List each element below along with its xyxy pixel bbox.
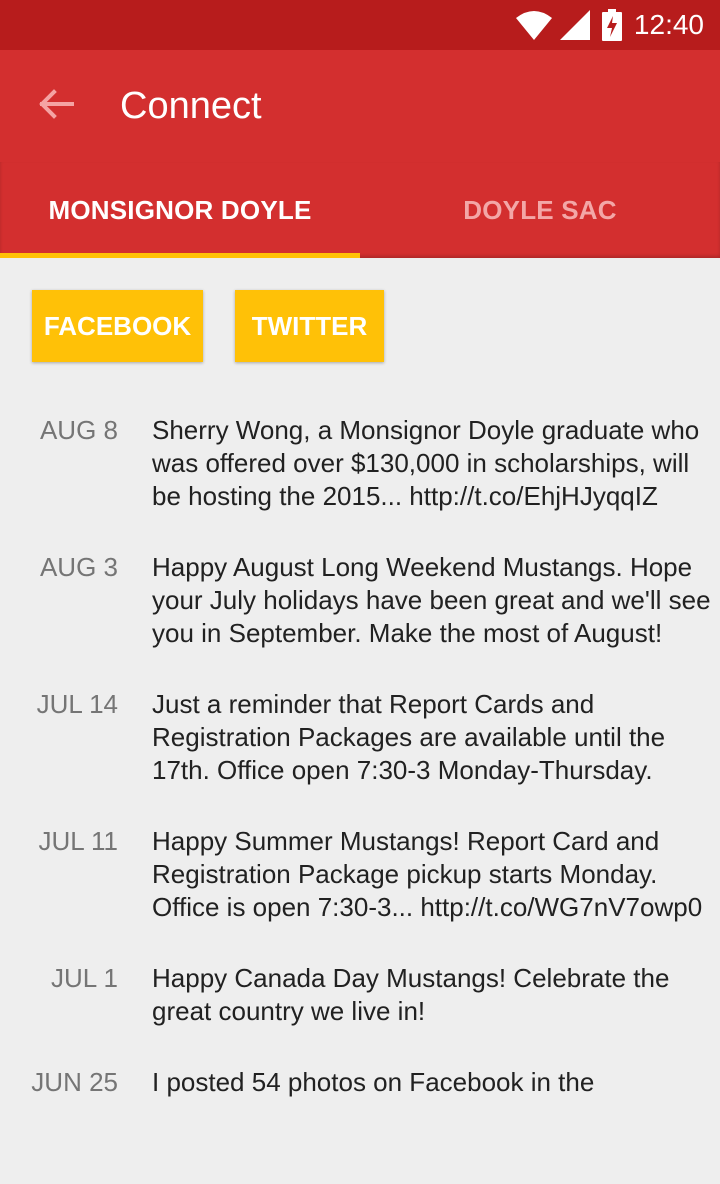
content-area: FACEBOOK TWITTER AUG 8 Sherry Wong, a Mo… [0,258,720,1184]
feed-item-date: JUL 11 [38,826,119,856]
feed-item-text: Happy August Long Weekend Mustangs. Hope… [152,552,711,648]
feed-item-date: JUL 1 [51,963,118,993]
feed-item-text: Sherry Wong, a Monsignor Doyle graduate … [152,415,700,511]
wifi-icon [515,10,552,40]
app-toolbar: Connect [0,50,720,162]
feed-item[interactable]: JUL 1 Happy Canada Day Mustangs! Celebra… [0,962,720,1028]
feed-item-date: JUN 25 [31,1067,118,1097]
feed-item[interactable]: AUG 3 Happy August Long Weekend Mustangs… [0,551,720,650]
feed-item-date: AUG 8 [39,415,118,445]
feed-item[interactable]: JUN 25 I posted 54 photos on Facebook in… [0,1066,720,1099]
back-button[interactable] [28,78,84,134]
status-time: 12:40 [633,9,704,40]
feed-item-text: Happy Summer Mustangs! Report Card and R… [152,826,703,922]
feed-item-text: Just a reminder that Report Cards and Re… [152,689,666,785]
facebook-button[interactable]: FACEBOOK [32,290,203,362]
tab-bar: MONSIGNOR DOYLE DOYLE SAC [0,162,720,258]
feed-item-date: JUL 14 [36,689,118,719]
tab-monsignor-doyle[interactable]: MONSIGNOR DOYLE [0,162,360,258]
status-icons: 12:40 [515,0,704,50]
status-bar: 12:40 [0,0,720,50]
feed-item[interactable]: JUL 11 Happy Summer Mustangs! Report Car… [0,825,720,924]
signal-icon [559,10,590,40]
twitter-button[interactable]: TWITTER [235,290,384,362]
battery-charging-icon [601,9,622,41]
page-title: Connect [120,84,262,127]
back-arrow-icon [38,88,74,124]
tab-doyle-sac[interactable]: DOYLE SAC [360,162,720,258]
feed-item[interactable]: JUL 14 Just a reminder that Report Cards… [0,688,720,787]
feed-item-date: AUG 3 [39,552,118,582]
feed-item-text: Happy Canada Day Mustangs! Celebrate the… [152,963,670,1026]
feed-list: AUG 8 Sherry Wong, a Monsignor Doyle gra… [0,414,720,1099]
feed-item-text: I posted 54 photos on Facebook in the [152,1067,595,1097]
feed-item[interactable]: AUG 8 Sherry Wong, a Monsignor Doyle gra… [0,414,720,513]
